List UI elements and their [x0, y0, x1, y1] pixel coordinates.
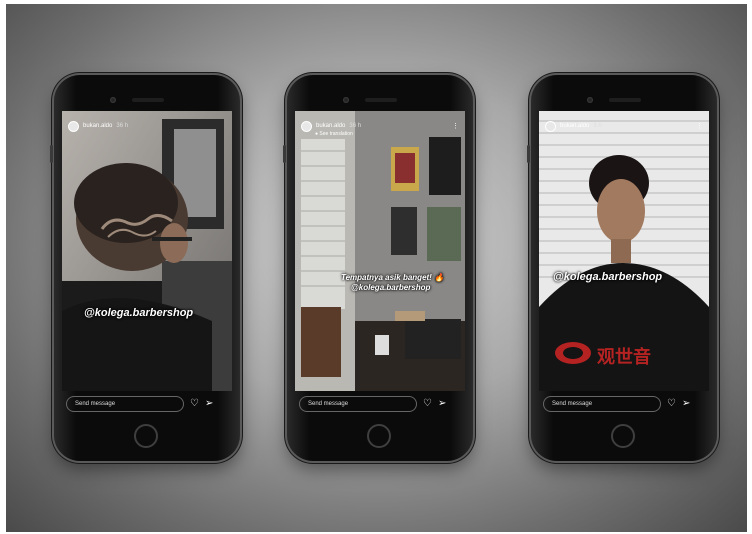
mention-caption[interactable]: @kolega.barbershop: [84, 307, 193, 319]
story-screen-3[interactable]: bukan.aldo 3 h ⋮ @kolega.barbershop 观世音: [539, 111, 709, 391]
side-button: [283, 145, 286, 163]
home-button[interactable]: [611, 424, 635, 448]
more-icon[interactable]: ⋮: [452, 122, 459, 130]
reply-bar: Send message ♡ ➢: [539, 393, 709, 415]
avatar[interactable]: [301, 120, 312, 132]
shirt-print-text: 观世音: [597, 347, 651, 368]
reply-bar: Send message ♡ ➢: [295, 393, 465, 415]
send-message-input[interactable]: Send message: [543, 396, 661, 412]
phone-mockup-3: bukan.aldo 3 h ⋮ @kolega.barbershop 观世音 …: [527, 75, 717, 461]
username[interactable]: bukan.aldo: [560, 123, 589, 129]
speaker: [365, 98, 397, 102]
heart-icon[interactable]: ♡: [667, 399, 676, 409]
post-time: 36 h: [116, 123, 129, 129]
send-icon[interactable]: ➢: [205, 399, 213, 409]
speaker: [132, 98, 164, 102]
avatar[interactable]: [68, 120, 79, 132]
reply-bar: Send message ♡ ➢: [62, 393, 232, 415]
side-button: [527, 145, 530, 163]
username[interactable]: bukan.aldo: [83, 123, 112, 129]
story-header: bukan.aldo 3 h ⋮: [545, 119, 703, 133]
post-time: 36 h: [349, 123, 362, 129]
send-icon[interactable]: ➢: [682, 399, 690, 409]
front-camera: [110, 97, 116, 103]
username[interactable]: bukan.aldo: [316, 123, 345, 129]
story-header: bukan.aldo 36 h: [68, 119, 226, 133]
home-button[interactable]: [134, 424, 158, 448]
story-screen-2[interactable]: bukan.aldo 36 h ⋮ ● See translation Temp…: [295, 111, 465, 391]
story-photo-haircut: [62, 111, 232, 391]
side-button: [50, 145, 53, 163]
avatar[interactable]: [545, 120, 556, 132]
heart-icon[interactable]: ♡: [190, 399, 199, 409]
front-camera: [587, 97, 593, 103]
front-camera: [343, 97, 349, 103]
home-button[interactable]: [367, 424, 391, 448]
story-caption-text: Tempatnya asik banget! 🔥: [341, 273, 445, 282]
story-photo-barbershop: [295, 111, 465, 391]
phone-mockup-2: bukan.aldo 36 h ⋮ ● See translation Temp…: [283, 75, 473, 461]
more-icon[interactable]: ⋮: [696, 122, 703, 130]
heart-icon[interactable]: ♡: [423, 399, 432, 409]
mention-caption[interactable]: @kolega.barbershop: [553, 271, 662, 283]
send-icon[interactable]: ➢: [438, 399, 446, 409]
see-translation-link[interactable]: ● See translation: [315, 131, 353, 137]
send-message-input[interactable]: Send message: [299, 396, 417, 412]
send-message-input[interactable]: Send message: [66, 396, 184, 412]
speaker: [609, 98, 641, 102]
story-screen-1[interactable]: bukan.aldo 36 h @kolega.barbershop: [62, 111, 232, 391]
phone-mockup-1: bukan.aldo 36 h @kolega.barbershop Send …: [50, 75, 240, 461]
post-time: 3 h: [593, 123, 602, 129]
mention-caption[interactable]: @kolega.barbershop: [351, 283, 430, 292]
